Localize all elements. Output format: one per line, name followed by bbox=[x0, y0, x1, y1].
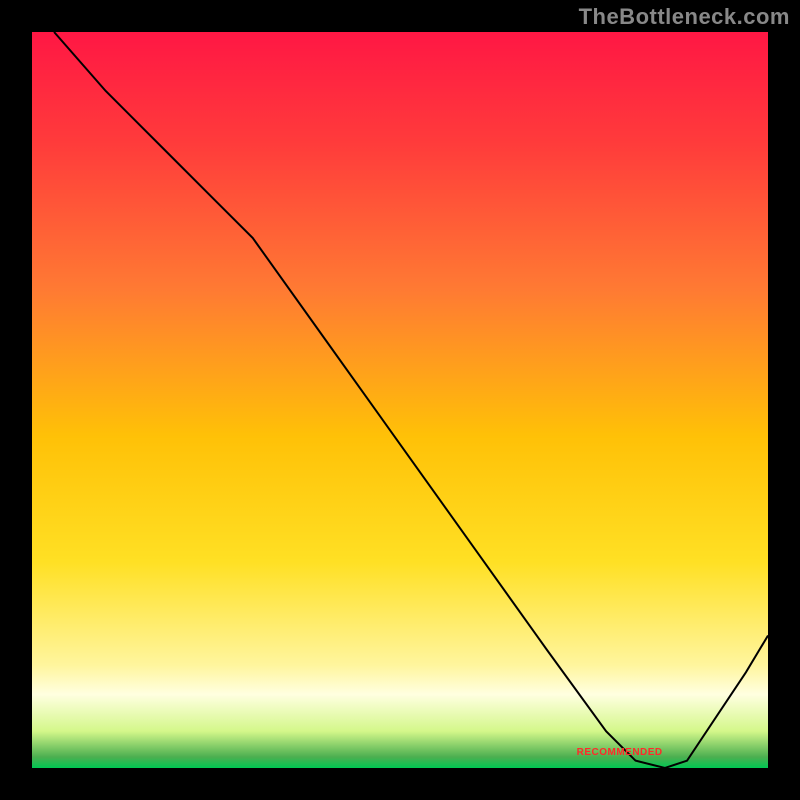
chart-container: TheBottleneck.com RECOMMENDED bbox=[0, 0, 800, 800]
recommended-annotation: RECOMMENDED bbox=[577, 747, 663, 758]
plot-area: RECOMMENDED bbox=[30, 30, 770, 770]
data-curve bbox=[32, 32, 768, 768]
watermark-text: TheBottleneck.com bbox=[579, 4, 790, 30]
